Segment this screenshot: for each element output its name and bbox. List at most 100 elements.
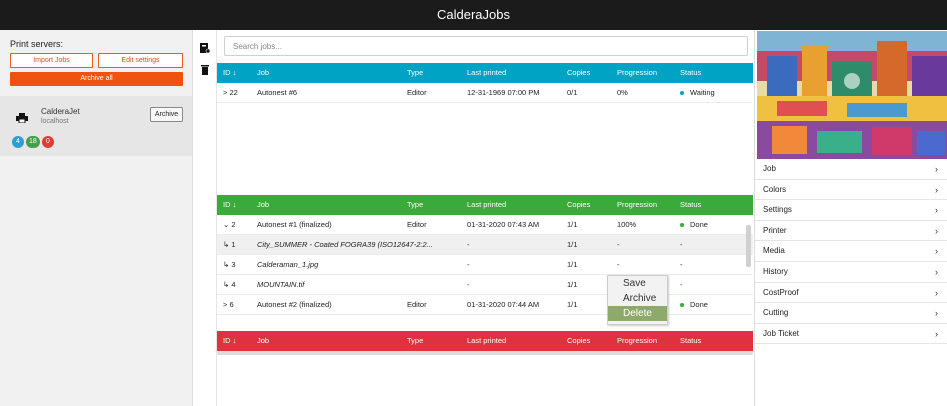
details-menu-item[interactable]: CostProof › <box>755 283 947 304</box>
column-header-status[interactable]: Status <box>680 331 701 351</box>
table-row[interactable]: ↳ 1 City_SUMMER - Coated FOGRA39 (ISO1264… <box>217 235 753 255</box>
details-menu-item[interactable]: Job › <box>755 159 947 180</box>
cell-id: ⌄ 2 <box>223 220 236 229</box>
details-menu-label: Job <box>763 164 776 173</box>
status-dot-icon <box>680 303 684 308</box>
details-menu-label: Cutting <box>763 308 789 318</box>
queue-table-header: ID ↓ Job Type Last printed Copies Progression… <box>217 63 753 83</box>
table-row[interactable]: ↳ 4MOUNTAIN.tif-1/1-- <box>217 275 753 295</box>
column-header-last[interactable]: Last printed <box>467 63 506 83</box>
column-header-type[interactable]: Type <box>407 331 423 351</box>
printer-badges: 4 18 0 <box>12 136 54 148</box>
chevron-right-icon: › <box>935 164 938 174</box>
edit-settings-button[interactable]: Edit settings <box>98 53 183 68</box>
details-menu-label: Printer <box>763 225 787 235</box>
cell-copies: 1/1 <box>567 280 578 289</box>
column-header-progression[interactable]: Progression <box>617 195 657 215</box>
column-header-id[interactable]: ID ↓ <box>223 63 236 83</box>
column-header-status[interactable]: Status <box>680 195 701 215</box>
printer-card[interactable]: CalderaJet localhost Archive 4 18 0 <box>0 96 192 156</box>
details-menu-item[interactable]: Settings › <box>755 200 947 221</box>
cell-copies: 1/1 <box>567 220 578 229</box>
job-details-panel: Job › Colors › Settings › Printer › Media › Histor… <box>754 30 947 406</box>
cell-job: Autonest #2 (finalized) <box>257 300 332 309</box>
details-menu-label: CostProof <box>763 287 799 297</box>
import-jobs-button[interactable]: Import Jobs <box>10 53 93 68</box>
column-header-job[interactable]: Job <box>257 331 269 351</box>
column-header-last[interactable]: Last printed <box>467 195 506 215</box>
done-table-scrollbar[interactable] <box>746 225 751 267</box>
chevron-right-icon: › <box>935 328 938 339</box>
cell-job: City_SUMMER - Coated FOGRA39 (ISO12647-2… <box>257 240 433 249</box>
column-header-copies[interactable]: Copies <box>567 63 590 83</box>
job-tools <box>193 30 217 406</box>
cell-last: - <box>467 280 470 289</box>
status-dot-icon <box>680 223 684 228</box>
details-menu-item[interactable]: Printer › <box>755 221 947 242</box>
column-header-last[interactable]: Last printed <box>467 331 506 351</box>
table-row[interactable]: > 22 Autonest #6 Editor 12-31-1969 07:00 PM… <box>217 83 753 103</box>
cell-job: Autonest #1 (finalized) <box>257 220 332 229</box>
print-servers-label: Print servers: <box>10 39 64 49</box>
column-header-id[interactable]: ID ↓ <box>223 195 236 215</box>
column-header-copies[interactable]: Copies <box>567 195 590 215</box>
table-row[interactable]: > 6 Autonest #2 (finalized) Editor 01-31-20… <box>217 295 753 315</box>
context-menu: Save Archive Delete <box>607 275 668 325</box>
details-menu-item[interactable]: History › <box>755 262 947 283</box>
cell-job: Autonest #6 <box>257 88 298 97</box>
column-header-job[interactable]: Job <box>257 195 269 215</box>
cell-status: - <box>680 280 683 289</box>
cell-last: 01-31-2020 07:43 AM <box>467 220 540 229</box>
chevron-right-icon: › <box>935 246 938 257</box>
error-table: ID ↓ Job Type Last printed Copies Progression… <box>217 331 753 351</box>
archive-printer-button[interactable]: Archive <box>150 107 183 122</box>
window-title: CalderaJobs <box>0 0 947 30</box>
context-delete[interactable]: Delete <box>608 306 667 321</box>
column-header-type[interactable]: Type <box>407 195 423 215</box>
cell-last: 12-31-1969 07:00 PM <box>467 88 540 97</box>
context-save[interactable]: Save <box>608 276 667 291</box>
chevron-right-icon: › <box>935 287 938 298</box>
cell-prog: 0% <box>617 88 628 97</box>
details-menu-item[interactable]: Job Ticket › <box>755 324 947 345</box>
cell-status: - <box>680 240 683 249</box>
cell-id: ↳ 3 <box>223 260 236 269</box>
column-header-type[interactable]: Type <box>407 63 423 83</box>
cell-job: Calderaman_1.jpg <box>257 260 319 269</box>
chevron-right-icon: › <box>935 184 938 195</box>
archive-all-button[interactable]: Archive all <box>10 72 183 86</box>
context-archive[interactable]: Archive <box>608 291 667 306</box>
cell-status: - <box>680 260 683 269</box>
cell-id: ↳ 1 <box>223 240 236 249</box>
add-job-icon[interactable] <box>200 43 210 53</box>
details-menu-label: Settings <box>763 205 792 215</box>
cell-copies: 1/1 <box>567 300 578 309</box>
chevron-right-icon: › <box>935 205 938 216</box>
column-header-copies[interactable]: Copies <box>567 331 590 351</box>
cell-copies: 1/1 <box>567 260 578 269</box>
column-header-status[interactable]: Status <box>680 63 701 83</box>
details-menu-item[interactable]: Media › <box>755 241 947 262</box>
search-input[interactable] <box>224 36 748 56</box>
trash-icon[interactable] <box>200 65 210 75</box>
column-header-id[interactable]: ID ↓ <box>223 331 236 351</box>
cell-type: Editor <box>407 88 427 97</box>
cell-id: > 22 <box>223 88 238 97</box>
column-header-job[interactable]: Job <box>257 63 269 83</box>
count-badge: 0 <box>41 136 54 148</box>
cell-copies: 1/1 <box>567 240 578 249</box>
table-row[interactable]: ↳ 3 Calderaman_1.jpg - 1/1 - - <box>217 255 753 275</box>
cell-prog: - <box>617 260 620 269</box>
details-menu-item[interactable]: Cutting › <box>755 303 947 324</box>
details-menu-label: History <box>763 266 788 276</box>
cell-last: - <box>467 240 470 249</box>
done-table-header: ID ↓ Job Type Last printed Copies Progression… <box>217 195 753 215</box>
column-header-progression[interactable]: Progression <box>617 331 657 351</box>
table-row[interactable]: ⌄ 2 Autonest #1 (finalized) Editor 01-31-20… <box>217 215 753 235</box>
column-header-progression[interactable]: Progression <box>617 63 657 83</box>
cell-type: Editor <box>407 220 427 229</box>
details-menu-label: Media <box>763 246 785 256</box>
status-dot-icon <box>680 91 684 96</box>
app-window: CalderaJobs Print servers: Import Jobs E… <box>0 0 947 406</box>
details-menu-item[interactable]: Colors › <box>755 180 947 201</box>
